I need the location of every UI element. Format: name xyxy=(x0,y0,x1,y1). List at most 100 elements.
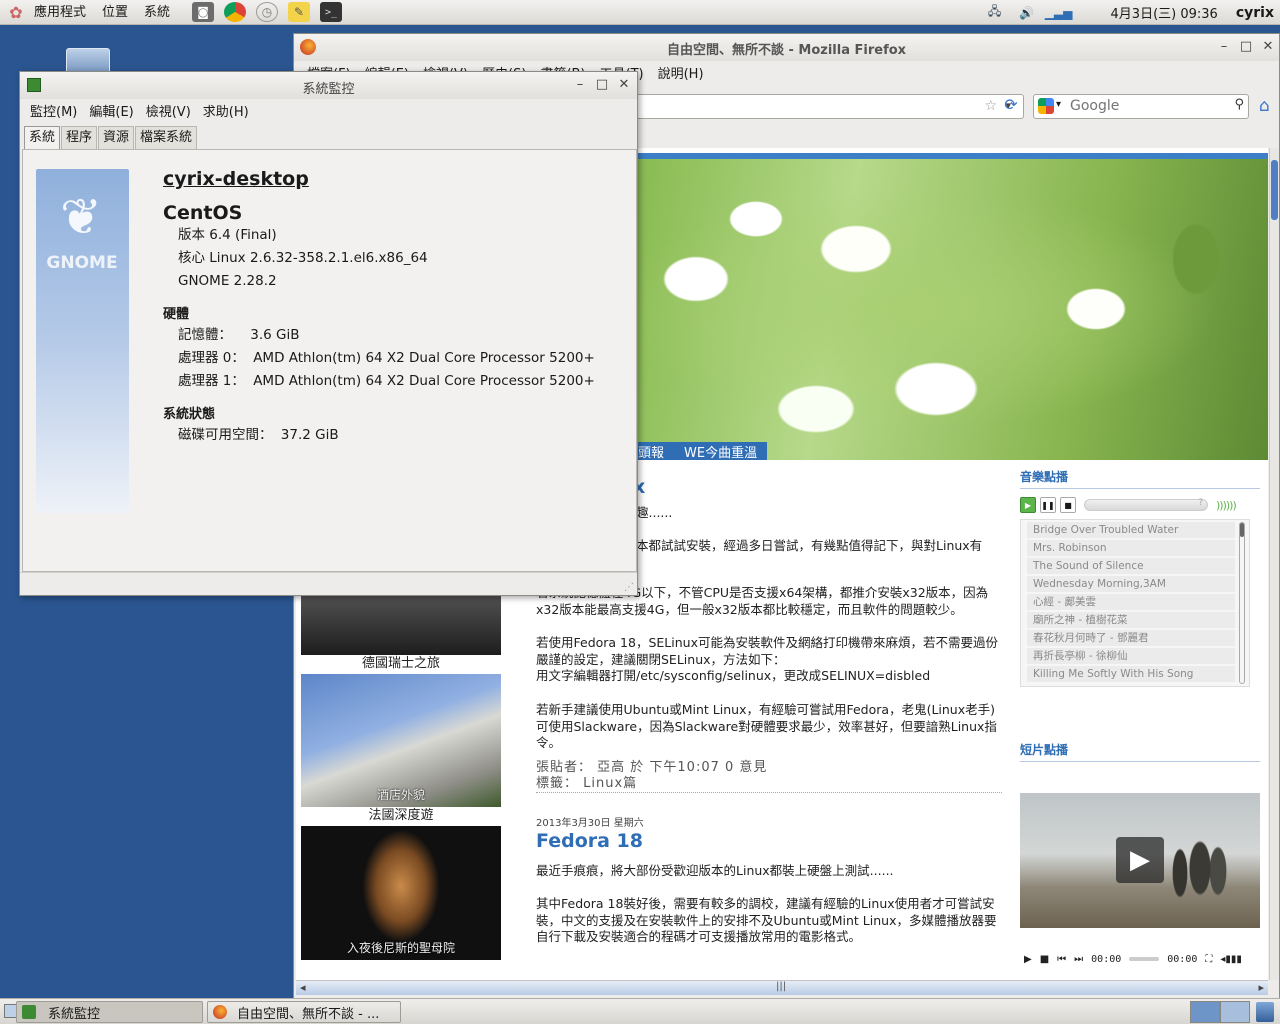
stop-icon[interactable]: ■ xyxy=(1060,497,1076,513)
cpu0-label: 處理器 0： xyxy=(178,350,245,366)
maximize-button[interactable]: □ xyxy=(591,77,613,92)
notes-icon[interactable]: ✎ xyxy=(288,2,311,22)
chrome-icon[interactable] xyxy=(224,2,247,22)
playlist-item[interactable]: Mrs. Robinson xyxy=(1027,540,1235,556)
network-icon[interactable]: 🖧 xyxy=(984,4,1006,22)
task-label: 系統監控 xyxy=(48,1006,101,1022)
scroll-thumb[interactable] xyxy=(1271,160,1278,220)
stop-icon[interactable]: ■ xyxy=(1040,954,1049,965)
thumb-overlay: 入夜後尼斯的聖母院 xyxy=(346,941,455,955)
system-monitor-titlebar[interactable]: 系統監控 – □ ✕ xyxy=(20,72,637,99)
thumb-nice[interactable]: 入夜後尼斯的聖母院 xyxy=(301,826,501,960)
clock[interactable]: 4月3日(三) 09:36 xyxy=(1111,3,1218,22)
playlist-item[interactable]: Killing Me Softly With His Song xyxy=(1027,666,1235,682)
terminal-icon[interactable]: >_ xyxy=(320,2,343,22)
os-version: 版本 6.4 (Final) xyxy=(178,227,277,243)
banner-tab-we[interactable]: WE今曲重溫 xyxy=(674,442,768,460)
google-icon[interactable] xyxy=(1038,98,1054,114)
video-progress[interactable] xyxy=(1129,957,1160,961)
volume-icon[interactable]: ◂▮▮▮ xyxy=(1220,954,1242,965)
post-labels[interactable]: 標籤： Linux篇 xyxy=(536,776,1002,793)
resize-grip-icon[interactable]: ⋰ xyxy=(624,582,634,593)
thumb-france[interactable]: 酒店外貌 法國深度遊 xyxy=(301,674,501,825)
thumb-image[interactable]: 入夜後尼斯的聖母院 xyxy=(301,826,501,960)
workspace-switcher[interactable] xyxy=(1190,1001,1250,1023)
task-firefox[interactable]: 自由空間、無所不談 - ... xyxy=(207,1001,401,1023)
menu-edit[interactable]: 編輯(E) xyxy=(83,101,139,120)
music-progress[interactable]: ? xyxy=(1084,498,1208,511)
menu-view[interactable]: 檢視(V) xyxy=(140,101,197,120)
close-button[interactable]: ✕ xyxy=(1257,39,1279,54)
system-menu[interactable]: 系統 xyxy=(136,0,178,25)
tab-filesystems[interactable]: 檔案系統 xyxy=(135,126,198,149)
playlist-item[interactable]: 再折長亭柳 - 徐柳仙 xyxy=(1027,648,1235,664)
menu-help[interactable]: 說明(H) xyxy=(651,63,711,82)
thumb-image[interactable] xyxy=(301,593,501,655)
playlist-item[interactable]: 春花秋月何時了 - 鄧麗君 xyxy=(1027,630,1235,646)
trash-icon[interactable] xyxy=(1256,1002,1274,1022)
status-bar: ⋰ xyxy=(20,572,637,595)
tab-system[interactable]: 系統 xyxy=(24,126,61,150)
firefox-logo-icon xyxy=(213,1005,227,1019)
minimize-button[interactable]: – xyxy=(1213,39,1235,54)
playlist-item[interactable]: Bridge Over Troubled Water xyxy=(1027,522,1235,538)
tab-resources[interactable]: 資源 xyxy=(98,126,135,149)
signal-icon[interactable]: ▁▃▅ xyxy=(1045,4,1073,22)
pause-icon[interactable]: ❚❚ xyxy=(1040,497,1056,513)
scroll-thumb[interactable] xyxy=(1240,523,1244,537)
scroll-grip-icon[interactable]: ||| xyxy=(776,981,786,992)
previous-icon[interactable]: ⏮ xyxy=(1057,954,1066,965)
workspace-2[interactable] xyxy=(1220,1001,1250,1023)
video-player[interactable]: ▶ xyxy=(1020,793,1260,928)
playlist-item[interactable]: 心經 - 鄺美雲 xyxy=(1027,594,1235,610)
gnome-logo-text: GNOME xyxy=(46,253,118,273)
foot-icon[interactable]: ✿ xyxy=(5,2,27,22)
minimize-button[interactable]: – xyxy=(569,77,591,92)
binoculars-icon[interactable]: ⚲ xyxy=(1234,97,1244,112)
thumb-germany[interactable]: 德國瑞士之旅 xyxy=(301,593,501,673)
places-menu[interactable]: 位置 xyxy=(94,0,136,25)
chevron-down-icon[interactable]: ▾ xyxy=(1056,99,1061,110)
thumb-caption[interactable]: 德國瑞士之旅 xyxy=(301,655,501,673)
play-icon[interactable]: ▶ xyxy=(1020,497,1036,513)
post-paragraph: 其中Fedora 18裝好後，需要有較多的調校，建議有經驗的Linux使用者才可… xyxy=(536,896,997,944)
search-box[interactable]: ▾ ⚲ xyxy=(1033,94,1249,119)
close-button[interactable]: ✕ xyxy=(613,77,635,92)
fullscreen-icon[interactable]: ⛶ xyxy=(1205,954,1212,965)
panel-tray: 🖧 🔊 ▁▃▅ 4月3日(三) 09:36 cyrix xyxy=(979,0,1280,25)
thumb-caption[interactable]: 法國深度遊 xyxy=(301,807,501,825)
playlist-item[interactable]: 廟所之神 - 植樹花菜 xyxy=(1027,612,1235,628)
arrow-left-icon[interactable]: ◂ xyxy=(300,981,306,994)
thumb-image[interactable]: 酒店外貌 xyxy=(301,674,501,807)
maximize-button[interactable]: □ xyxy=(1235,39,1257,54)
next-icon[interactable]: ⏭ xyxy=(1074,954,1083,965)
menu-monitor[interactable]: 監控(M) xyxy=(24,101,83,120)
playlist-scrollbar[interactable] xyxy=(1239,522,1245,684)
search-input[interactable] xyxy=(1070,98,1220,114)
firefox-titlebar[interactable]: 自由空間、無所不談 - Mozilla Firefox – □ ✕ xyxy=(294,34,1279,61)
workspace-1[interactable] xyxy=(1190,1001,1220,1023)
task-system-monitor[interactable]: 系統監控 xyxy=(16,1001,203,1023)
home-icon[interactable]: ⌂ xyxy=(1259,96,1270,116)
play-icon[interactable]: ▶ xyxy=(1116,837,1164,883)
volume-icon[interactable]: )))))) xyxy=(1216,499,1237,512)
play-icon[interactable]: ▶ xyxy=(1024,954,1032,965)
playlist-item[interactable]: The Sound of Silence xyxy=(1027,558,1235,574)
post-date: 2013年3月30日 星期六 xyxy=(536,818,644,829)
camera-icon[interactable]: ◙ xyxy=(192,2,215,22)
horizontal-scrollbar[interactable]: ◂ ||| ▸ xyxy=(296,980,1268,995)
bookmark-star-icon[interactable]: ☆ xyxy=(984,98,997,114)
playlist-item[interactable]: Wednesday Morning,3AM xyxy=(1027,576,1235,592)
tab-processes[interactable]: 程序 xyxy=(61,126,98,149)
arrow-right-icon[interactable]: ▸ xyxy=(1258,981,1264,994)
volume-icon[interactable]: 🔊 xyxy=(1016,4,1038,22)
user-name[interactable]: cyrix xyxy=(1236,5,1274,21)
memory-label: 記憶體： xyxy=(178,327,232,343)
menu-help[interactable]: 求助(H) xyxy=(197,101,255,120)
post-title[interactable]: Fedora 18 xyxy=(536,830,643,852)
reload-icon[interactable]: ⟳ xyxy=(1000,95,1022,117)
applications-menu[interactable]: 應用程式 xyxy=(32,0,94,25)
video-time-total: 00:00 xyxy=(1167,953,1198,965)
clock-icon[interactable]: ◷ xyxy=(256,2,279,22)
vertical-scrollbar[interactable] xyxy=(1269,148,1279,980)
